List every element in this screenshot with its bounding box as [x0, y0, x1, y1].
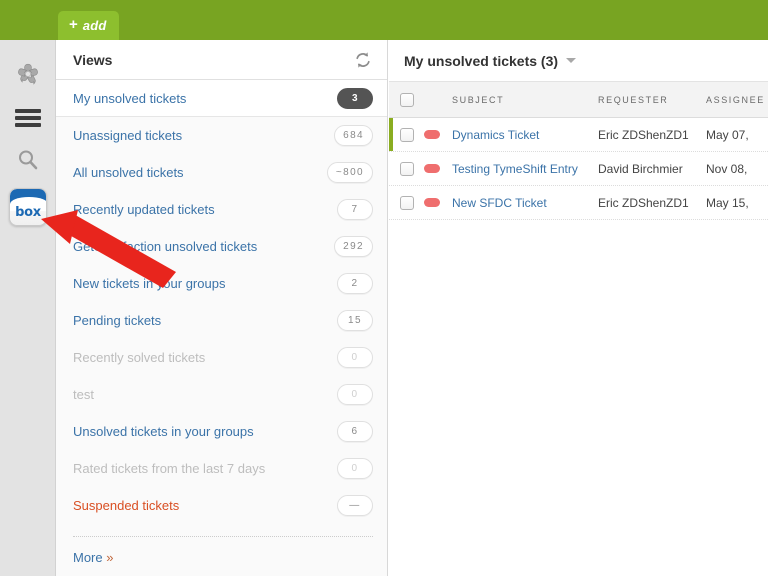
chevron-down-icon[interactable] — [566, 58, 577, 63]
cell-assignee: May 15, — [706, 195, 749, 210]
views-title: Views — [73, 51, 113, 68]
table-row[interactable]: Dynamics Ticket Eric ZDShenZD1 May 07, — [389, 118, 768, 152]
priority-pill-icon — [424, 130, 440, 139]
view-item-label: Suspended tickets — [73, 498, 180, 513]
column-header-assignee[interactable]: Assignee — [706, 95, 768, 105]
view-item-rated-tickets-last-7-days[interactable]: Rated tickets from the last 7 days 0 — [56, 450, 387, 487]
row-checkbox[interactable] — [399, 161, 414, 176]
table-row[interactable]: Testing TymeShift Entry David Birchmier … — [389, 152, 768, 186]
view-item-label: test — [73, 387, 94, 402]
cell-requester: Eric ZDShenZD1 — [598, 127, 689, 142]
view-item-label: GetSatisfaction unsolved tickets — [73, 239, 258, 254]
search-icon[interactable] — [0, 140, 56, 180]
view-item-pending-tickets[interactable]: Pending tickets 15 — [56, 302, 387, 339]
view-item-label: Unassigned tickets — [73, 128, 183, 143]
column-header-requester[interactable]: Requester — [598, 95, 706, 105]
view-item-all-unsolved-tickets[interactable]: All unsolved tickets ~800 — [56, 154, 387, 191]
row-checkbox[interactable] — [399, 127, 414, 142]
cell-subject[interactable]: Testing TymeShift Entry — [452, 162, 598, 176]
view-item-label: Recently updated tickets — [73, 202, 215, 217]
view-item-count: 0 — [337, 458, 373, 479]
refresh-icon[interactable] — [353, 50, 373, 70]
ticket-list-panel: My unsolved tickets (3) Subject Requeste… — [389, 40, 768, 576]
view-item-label: My unsolved tickets — [73, 90, 187, 106]
view-item-count: 292 — [334, 236, 373, 257]
box-app-icon[interactable]: box — [0, 184, 56, 230]
select-all-checkbox-cell[interactable] — [389, 92, 424, 107]
ticket-list-header: My unsolved tickets (3) — [389, 40, 768, 82]
add-button[interactable]: + add — [58, 11, 120, 40]
column-header-subject[interactable]: Subject — [452, 95, 598, 105]
menu-hamburger-icon[interactable] — [0, 98, 56, 138]
row-checkbox-cell[interactable] — [389, 161, 424, 176]
view-item-recently-solved-tickets[interactable]: Recently solved tickets 0 — [56, 339, 387, 376]
icon-rail: box — [0, 40, 56, 576]
hamburger-bars — [15, 109, 41, 127]
cell-requester: David Birchmier — [598, 161, 683, 176]
top-bar: + add — [0, 0, 768, 40]
cell-assignee: Nov 08, — [706, 161, 748, 176]
views-list: My unsolved tickets 3 Unassigned tickets… — [56, 80, 387, 524]
select-all-checkbox[interactable] — [399, 92, 414, 107]
row-checkbox[interactable] — [399, 195, 414, 210]
view-item-label: Pending tickets — [73, 313, 162, 328]
priority-pill-icon — [424, 164, 440, 173]
app-root: + add box Views My unsolved tickets 3 Un… — [0, 0, 768, 576]
view-item-getsatisfaction-unsolved-tickets[interactable]: GetSatisfaction unsolved tickets 292 — [56, 228, 387, 265]
row-checkbox-cell[interactable] — [389, 127, 424, 142]
view-item-count: 15 — [337, 310, 373, 331]
view-item-test[interactable]: test 0 — [56, 376, 387, 413]
view-item-my-unsolved-tickets[interactable]: My unsolved tickets 3 — [56, 80, 387, 117]
row-checkbox-cell[interactable] — [389, 195, 424, 210]
view-item-label: Unsolved tickets in your groups — [73, 424, 254, 439]
priority-pill-cell — [424, 198, 452, 207]
cell-requester: Eric ZDShenZD1 — [598, 195, 689, 210]
view-item-label: Recently solved tickets — [73, 350, 206, 365]
view-item-label: All unsolved tickets — [73, 165, 184, 180]
add-button-label: add — [82, 18, 107, 33]
cell-subject[interactable]: New SFDC Ticket — [452, 196, 598, 210]
box-folder-shape — [10, 189, 46, 211]
priority-pill-cell — [424, 130, 452, 139]
view-item-count: 6 — [337, 421, 373, 442]
view-item-count: 2 — [337, 273, 373, 294]
view-item-count: 7 — [337, 199, 373, 220]
view-item-recently-updated-tickets[interactable]: Recently updated tickets 7 — [56, 191, 387, 228]
view-item-suspended-tickets[interactable]: Suspended tickets — — [56, 487, 387, 524]
plus-icon: + — [69, 16, 78, 33]
view-item-unsolved-tickets-in-your-groups[interactable]: Unsolved tickets in your groups 6 — [56, 413, 387, 450]
box-app-tile: box — [9, 188, 47, 226]
page-title: My unsolved tickets (3) — [404, 52, 559, 69]
view-item-unassigned-tickets[interactable]: Unassigned tickets 684 — [56, 117, 387, 154]
view-item-count: 684 — [334, 125, 373, 146]
priority-pill-icon — [424, 198, 440, 207]
more-chevron-icon: » — [106, 550, 114, 565]
view-item-label: Rated tickets from the last 7 days — [73, 461, 266, 476]
settings-pinwheel-icon[interactable] — [0, 54, 56, 94]
table-header-row: Subject Requester Assignee — [389, 82, 768, 118]
box-app-label: box — [15, 205, 41, 220]
views-divider — [73, 536, 373, 537]
views-panel: Views My unsolved tickets 3 Unassigned t… — [56, 40, 388, 576]
view-item-label: New tickets in your groups — [73, 276, 226, 291]
view-item-count: — — [337, 495, 373, 516]
table-row[interactable]: New SFDC Ticket Eric ZDShenZD1 May 15, — [389, 186, 768, 220]
cell-assignee: May 07, — [706, 127, 749, 142]
view-item-count: 3 — [337, 87, 373, 109]
cell-subject[interactable]: Dynamics Ticket — [452, 128, 598, 142]
view-item-count: ~800 — [326, 162, 373, 183]
views-header: Views — [56, 40, 387, 80]
view-item-new-tickets-in-your-groups[interactable]: New tickets in your groups 2 — [56, 265, 387, 302]
view-item-count: 0 — [337, 347, 373, 368]
priority-pill-cell — [424, 164, 452, 173]
more-link-label: More — [73, 550, 103, 565]
more-link[interactable]: More » — [73, 550, 113, 565]
view-item-count: 0 — [337, 384, 373, 405]
